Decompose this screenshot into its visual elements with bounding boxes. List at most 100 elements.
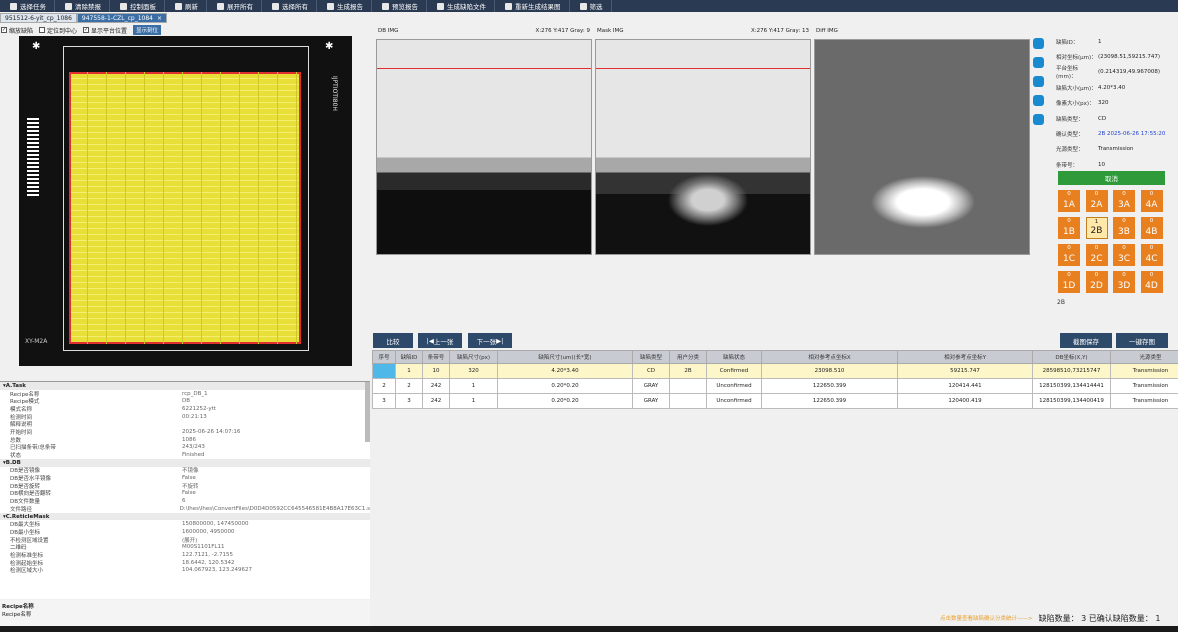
view-options: ✓ 缩放缺陷 定位到中心 ✓ 显示平台位置 显示刻位: [0, 25, 370, 35]
grade-button-2c[interactable]: 0 2C: [1085, 244, 1108, 266]
show-marks-button[interactable]: 显示刻位: [133, 25, 162, 35]
table-row[interactable]: 1 10 320 4.20*3.40 CD 2B Confirmed 23098.510 592…: [372, 363, 1178, 379]
tree-row[interactable]: 检测标准坐标 122.7121, -2.7155: [0, 551, 370, 559]
grade-button-3c[interactable]: 0 3C: [1113, 244, 1135, 266]
column-header[interactable]: 缺陷ID: [395, 350, 423, 364]
grade-button-1d[interactable]: 0 1D: [1058, 271, 1080, 293]
toolbar-item-8[interactable]: 生成缺陷文件: [429, 0, 495, 12]
toolbar-item-3[interactable]: 刷新: [167, 0, 207, 12]
column-header[interactable]: 光源类型: [1110, 350, 1178, 364]
diff-image[interactable]: [814, 39, 1030, 255]
column-header[interactable]: 用户分类: [669, 350, 707, 364]
table-row[interactable]: 3 3 242 1 0.20*0.20 GRAY Unconfirmed 122650.399…: [372, 393, 1178, 409]
tree-scrollbar[interactable]: [365, 382, 370, 442]
tree-row[interactable]: 已扫描条带/总条带 243/243: [0, 444, 370, 451]
column-header[interactable]: 缺陷类型: [632, 350, 670, 364]
tree-row[interactable]: 检测时间 00:21:13: [0, 413, 370, 421]
tree-row[interactable]: 文件路径 D:\Ihes\Ihes\ConvertFiles\D0D4D0592C…: [0, 505, 370, 513]
grade-button-4a[interactable]: 0 4A: [1140, 190, 1163, 212]
next-button[interactable]: 下一张 ▶|: [468, 333, 512, 348]
tree-row[interactable]: 检测区域大小 104.067923, 123.249627: [0, 567, 370, 574]
grade-button-1c[interactable]: 0 1C: [1058, 244, 1080, 266]
tree-row[interactable]: 模式名称 6221252-ytt: [0, 405, 370, 413]
tree-row[interactable]: DB是否镜像 不镜像: [0, 467, 370, 474]
palette-icon[interactable]: [1033, 57, 1044, 68]
tree-row[interactable]: DB是否水平镜像 False: [0, 474, 370, 482]
compare-button[interactable]: 比较: [373, 333, 413, 348]
db-image[interactable]: [376, 39, 592, 255]
zoom-defect-checkbox[interactable]: ✓ 缩放缺陷: [1, 26, 33, 35]
toolbar-item-2[interactable]: 控制面板: [112, 0, 165, 12]
column-header[interactable]: 缺陷尺寸(um)(长*宽): [497, 350, 633, 364]
tree-row[interactable]: 检测起始坐标 18.6442, 120.5342: [0, 559, 370, 567]
cancel-button[interactable]: 取消: [1058, 171, 1165, 185]
grade-button-2a[interactable]: 0 2A: [1085, 190, 1108, 212]
tree-row[interactable]: 二维码 M00S1101FL11: [0, 543, 370, 551]
fit-icon[interactable]: [1033, 76, 1044, 87]
preview-icon: [382, 2, 389, 10]
toolbar-item-7[interactable]: 预览报告: [374, 0, 427, 12]
grade-count: 0: [1067, 272, 1071, 278]
tree-row[interactable]: Recipe模式 DB: [0, 397, 370, 405]
tree-group[interactable]: ▾ B.DB: [0, 458, 370, 467]
grade-button-4c[interactable]: 0 4C: [1140, 244, 1163, 266]
grade-count: 0: [1067, 191, 1071, 197]
column-header[interactable]: 条带号: [422, 350, 450, 364]
toolbar-item-6[interactable]: 生成报告: [319, 0, 372, 12]
tree-row[interactable]: DB文件数量 6: [0, 497, 370, 505]
tree-row[interactable]: DB横向是否翻转 False: [0, 490, 370, 497]
table-row[interactable]: 2 2 242 1 0.20*0.20 GRAY Unconfirmed 122650.399…: [372, 378, 1178, 394]
toolbar-item-5[interactable]: 选择所有: [264, 0, 317, 12]
column-header[interactable]: 序号: [372, 350, 396, 364]
refresh-icon[interactable]: [1033, 38, 1044, 49]
grade-button-1b[interactable]: 0 1B: [1058, 217, 1080, 239]
toolbar-item-4[interactable]: 展开所有: [209, 0, 262, 12]
grade-button-3b[interactable]: 0 3B: [1113, 217, 1135, 239]
info-value: 10: [1098, 161, 1105, 168]
tab-task-2[interactable]: 947558-1-CZL_cp_1084 ×: [76, 13, 168, 23]
prev-button[interactable]: |◀ 上一张: [418, 333, 462, 348]
wafer-map[interactable]: ✱ ✱ IJPTIOTI80H XY-M2A: [19, 36, 352, 366]
scan-line: [377, 68, 591, 69]
select-icon[interactable]: [1033, 95, 1044, 106]
tree-row[interactable]: DB最大坐标 150800000, 147450000: [0, 520, 370, 528]
mask-image[interactable]: [595, 39, 811, 255]
grade-button-3a[interactable]: 0 3A: [1113, 190, 1135, 212]
table-cell: [669, 393, 707, 409]
column-header[interactable]: 相对参考点坐标Y: [897, 350, 1033, 364]
grade-button-4d[interactable]: 0 4D: [1140, 271, 1163, 293]
grade-button-2b[interactable]: 1 2B: [1085, 217, 1108, 239]
column-header[interactable]: DB坐标(X,Y): [1032, 350, 1111, 364]
column-header[interactable]: 缺陷状态: [706, 350, 762, 364]
tree-group[interactable]: ▾ C.ReticleMask: [0, 512, 370, 521]
toolbar-item-9[interactable]: 重新生成结果图: [497, 0, 570, 12]
column-header[interactable]: 缺陷尺寸(px): [449, 350, 498, 364]
tree-row[interactable]: 状态 Finished: [0, 451, 370, 459]
close-icon[interactable]: ×: [157, 15, 162, 22]
grade-button-2d[interactable]: 0 2D: [1085, 271, 1108, 293]
toolbar-item-1[interactable]: 清除禁报: [57, 0, 110, 12]
save-icon[interactable]: [1033, 114, 1044, 125]
tree-row[interactable]: 开始时间 2025-06-26 14:07:16: [0, 428, 370, 436]
save-screenshot-button[interactable]: 截图保存: [1060, 333, 1112, 348]
tab-task-1[interactable]: 951512-6-yit_cp_1086: [0, 13, 77, 23]
property-tree: ▾ A.Task Recipe名称 rcp_DB_1 Recipe模式 DB 模式名称 62…: [0, 381, 370, 599]
tree-row[interactable]: Recipe名称 rcp_DB_1: [0, 390, 370, 398]
toolbar-item-0[interactable]: 选择任务: [2, 0, 55, 12]
tree-row[interactable]: 总数 1086: [0, 436, 370, 444]
grade-button-3d[interactable]: 0 3D: [1113, 271, 1135, 293]
grade-button-1a[interactable]: 0 1A: [1058, 190, 1080, 212]
tree-row[interactable]: DB最小坐标 1600000, 4950000: [0, 528, 370, 536]
stats-link[interactable]: 点击数量查看缺陷确认分类统计——>: [940, 614, 1033, 622]
tree-row[interactable]: DB是否旋转 不旋转: [0, 482, 370, 490]
grade-button-4b[interactable]: 0 4B: [1140, 217, 1163, 239]
toolbar-item-10[interactable]: 筛选: [572, 0, 612, 12]
column-header[interactable]: 相对参考点坐标X: [761, 350, 898, 364]
tree-key: 文件路径: [10, 506, 33, 513]
show-stage-checkbox[interactable]: ✓ 显示平台位置: [83, 26, 127, 35]
save-all-button[interactable]: 一键存图: [1116, 333, 1168, 348]
tree-row[interactable]: 解释说明: [0, 420, 370, 428]
tree-group[interactable]: ▾ A.Task: [0, 382, 370, 390]
locate-center-checkbox[interactable]: 定位到中心: [39, 26, 77, 35]
tree-row[interactable]: 不检测区域设置 (展开): [0, 536, 370, 544]
